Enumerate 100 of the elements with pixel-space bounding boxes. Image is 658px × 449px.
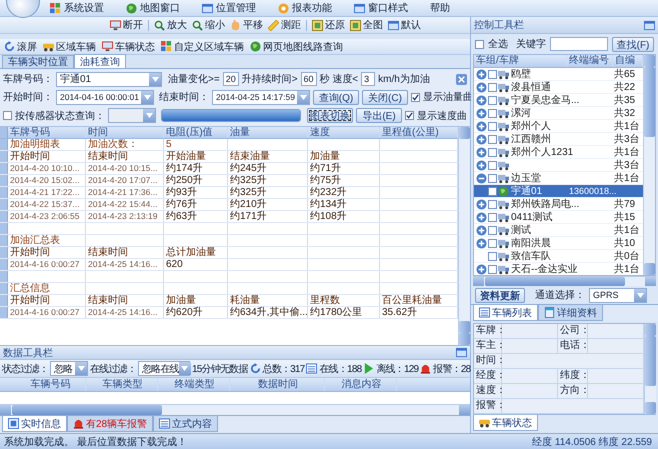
checkbox[interactable] bbox=[488, 70, 497, 78]
scrollbar[interactable] bbox=[473, 276, 656, 286]
tab[interactable]: 实时信息 bbox=[2, 416, 67, 432]
tree-row[interactable]: 郑州个人 共1台 bbox=[474, 120, 643, 133]
checkbox[interactable] bbox=[488, 160, 497, 170]
tab[interactable]: 立式内容 bbox=[153, 416, 218, 432]
menu-item[interactable]: 系统设置 bbox=[50, 1, 104, 15]
tree-row[interactable]: 南阳洪晨 共10 bbox=[474, 237, 643, 250]
sensor-dropdown[interactable] bbox=[108, 108, 156, 124]
status-filter-dropdown[interactable]: 忽略 bbox=[50, 361, 88, 376]
tree-row[interactable]: 0411测试 共15 bbox=[474, 211, 643, 224]
truck-icon bbox=[498, 146, 509, 158]
toolbar-button[interactable]: 断开 bbox=[110, 18, 143, 32]
toolbar-button[interactable]: 默认 bbox=[388, 18, 421, 32]
checkbox[interactable] bbox=[488, 134, 497, 144]
field-label: 油量变化>= bbox=[168, 72, 220, 86]
column-header: 电阻(压)值 bbox=[164, 127, 228, 138]
toolbar-button[interactable]: 放大 bbox=[154, 18, 187, 32]
toolbar-button[interactable]: 区域车辆 bbox=[43, 40, 96, 54]
toolbar-button[interactable]: 缩小 bbox=[192, 18, 225, 32]
tree-row[interactable]: 共3台 bbox=[474, 159, 643, 172]
start-time-dropdown[interactable]: 2014-04-16 00:00:01 bbox=[56, 90, 154, 105]
checkbox[interactable] bbox=[488, 252, 497, 260]
plate-dropdown[interactable]: 宇通01 bbox=[56, 72, 162, 87]
tab[interactable]: 有28辆车报警 bbox=[67, 416, 154, 432]
tree-row[interactable]: 宇通01 13600018... bbox=[474, 185, 643, 198]
table-cell: 加油量 bbox=[308, 151, 380, 162]
checkbox[interactable] bbox=[488, 226, 497, 234]
toolbar-button[interactable]: 车辆状态 bbox=[102, 40, 155, 54]
tab[interactable]: 油耗查询 bbox=[74, 54, 126, 68]
table-cell: 2014-4-22 15:44... bbox=[86, 199, 164, 210]
checkbox[interactable] bbox=[488, 82, 497, 92]
checkbox[interactable] bbox=[488, 186, 497, 196]
query-button[interactable]: 关闭(C) bbox=[362, 90, 408, 105]
tab[interactable]: 车辆状态 bbox=[473, 415, 538, 431]
duration-field[interactable]: 60 bbox=[300, 72, 317, 86]
find-button[interactable]: 查找(F) bbox=[612, 36, 654, 52]
tree-row[interactable]: 漯河 共32 bbox=[474, 107, 643, 120]
checkbox[interactable] bbox=[411, 92, 420, 102]
toolbar-button[interactable]: 平移 bbox=[230, 18, 263, 32]
table-cell: 开始时间 bbox=[8, 295, 86, 306]
truck-icon bbox=[498, 94, 509, 106]
table-cell: 2014-4-25 14:16... bbox=[86, 259, 164, 270]
checkbox[interactable] bbox=[488, 212, 497, 222]
fuel-change-field[interactable]: 20 bbox=[222, 72, 239, 86]
checkbox[interactable] bbox=[488, 122, 497, 130]
tree-row[interactable]: 测试 共1台 bbox=[474, 224, 643, 237]
tree-row[interactable]: 宁夏吴忠金马... 共35 bbox=[474, 94, 643, 107]
scrollbar[interactable] bbox=[644, 324, 656, 414]
tree-row[interactable]: 致信车队 共0台 bbox=[474, 250, 643, 263]
checkbox[interactable] bbox=[488, 174, 497, 182]
online-filter-dropdown[interactable]: 忽略在线 bbox=[138, 361, 190, 376]
checkbox[interactable] bbox=[3, 111, 12, 120]
toolbar-button[interactable]: 全图 bbox=[350, 18, 383, 32]
tab[interactable]: 详细资料 bbox=[538, 305, 603, 321]
checkbox[interactable] bbox=[475, 40, 484, 48]
toolbar-button[interactable]: 测距 bbox=[268, 18, 301, 32]
update-button[interactable]: 资料更新 bbox=[475, 288, 525, 302]
menu-item[interactable]: 位置管理 bbox=[202, 1, 256, 15]
end-time-dropdown[interactable]: 2014-04-25 14:17:59 bbox=[212, 90, 310, 105]
channel-dropdown[interactable]: GPRS bbox=[589, 288, 647, 302]
zoom-out-icon bbox=[192, 20, 203, 30]
keyword-field[interactable] bbox=[550, 37, 608, 51]
tree-item-label: 边玉堂 bbox=[510, 172, 542, 185]
menu-item[interactable]: 窗口样式 bbox=[354, 1, 408, 15]
tree-row[interactable]: 鸥壁 共65 bbox=[474, 68, 643, 81]
detail-label: 纬度： bbox=[558, 369, 588, 383]
checkbox[interactable] bbox=[405, 111, 414, 120]
toolbar-button[interactable]: 自定义区域车辆 bbox=[161, 40, 244, 54]
table-cell: 约245升 bbox=[228, 163, 308, 174]
checkbox[interactable] bbox=[488, 148, 497, 156]
toolbar-button[interactable]: 滚屏 bbox=[4, 40, 37, 54]
tree-row[interactable]: 郑州个人1231 共1台 bbox=[474, 146, 643, 159]
toolbar-button[interactable]: 还原 bbox=[312, 18, 345, 32]
tab[interactable]: 车辆列表 bbox=[473, 305, 538, 321]
expand-icon bbox=[476, 160, 487, 170]
checkbox[interactable] bbox=[488, 264, 497, 274]
toolbar-button[interactable]: 网页地图线路查询 bbox=[250, 40, 343, 54]
detail-label: 速度： bbox=[474, 384, 502, 398]
table-cell: 约63升 bbox=[164, 211, 228, 222]
tab[interactable]: 车辆实时位置 bbox=[2, 55, 74, 68]
checkbox[interactable] bbox=[488, 200, 497, 208]
checkbox[interactable] bbox=[488, 108, 497, 118]
scrollbar[interactable] bbox=[458, 127, 470, 345]
globe-icon bbox=[126, 2, 137, 14]
tree-row[interactable]: 郑州铁路局电... 共79 bbox=[474, 198, 643, 211]
checkbox[interactable] bbox=[488, 238, 497, 248]
query-button[interactable]: 查询(Q) bbox=[313, 90, 359, 105]
menu-item[interactable]: 地图窗口 bbox=[126, 1, 180, 15]
speed-field[interactable]: 3 bbox=[361, 72, 376, 86]
table-cell: 约232升 bbox=[308, 187, 380, 198]
scrollbar[interactable] bbox=[643, 55, 655, 275]
checkbox[interactable] bbox=[488, 96, 497, 104]
menu-item[interactable]: 帮助 bbox=[430, 1, 450, 15]
query-button[interactable]: 导出(E) bbox=[356, 108, 402, 124]
tree-row[interactable]: 江西赣州 共3台 bbox=[474, 133, 643, 146]
query-button[interactable]: 图表切换 bbox=[307, 108, 353, 124]
scrollbar[interactable] bbox=[0, 404, 470, 415]
tree-row[interactable]: 浚县恒通 共22 bbox=[474, 81, 643, 94]
menu-item[interactable]: 报表功能 bbox=[278, 1, 332, 15]
